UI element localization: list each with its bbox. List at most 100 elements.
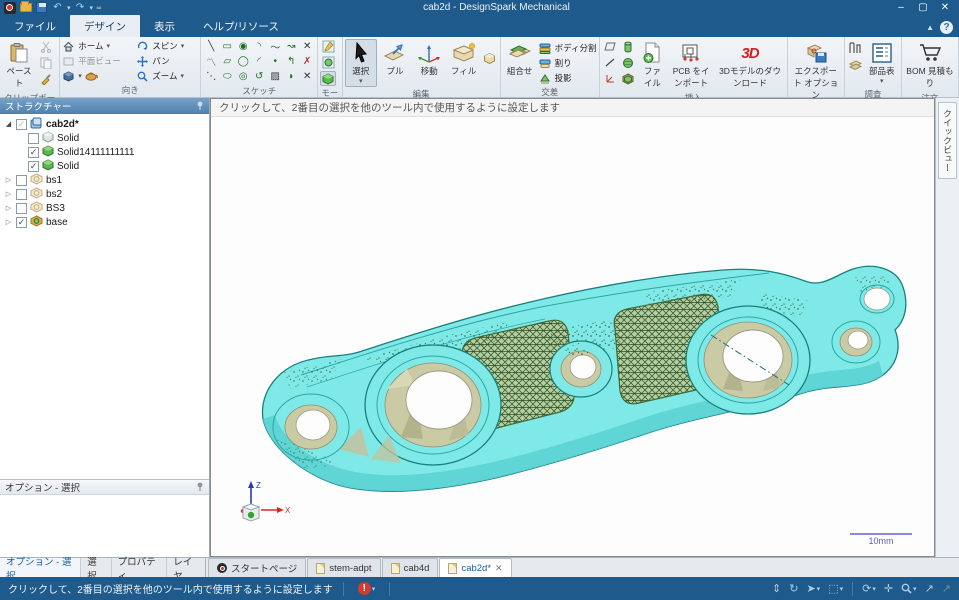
expander-icon[interactable]: ▷ — [4, 218, 13, 226]
open-file-icon[interactable] — [19, 2, 32, 14]
spin-button[interactable]: スピン▾ — [136, 39, 198, 53]
combine-button[interactable]: 組合せ — [503, 39, 537, 79]
pull-button[interactable]: プル — [379, 39, 411, 79]
view-mode-button[interactable]: ▾ — [62, 69, 134, 83]
tab-help-resources[interactable]: ヘルプ/リソース — [189, 15, 293, 37]
render-style-icon[interactable] — [85, 70, 98, 82]
sketch-delete-icon[interactable]: ✕ — [299, 69, 315, 84]
split-body-button[interactable]: ボディ分割 — [539, 41, 597, 55]
pan-button[interactable]: パン — [136, 54, 198, 68]
sketch-hatch-icon[interactable]: ▨ — [267, 69, 283, 84]
tab-display[interactable]: 表示 — [140, 15, 189, 37]
sketch-trim-icon[interactable]: ✕ — [299, 39, 315, 54]
undo-dropdown-icon[interactable]: ▾ — [67, 4, 71, 12]
help-icon[interactable]: ? — [940, 21, 953, 34]
tree-item-root[interactable]: ◢ ✓ cab2d* — [4, 117, 209, 131]
zoom-button[interactable]: ズーム▾ — [136, 69, 198, 83]
tree-item-solid14111111111[interactable]: ✓ Solid14111111111 — [4, 145, 209, 159]
bom-table-button[interactable]: 部品表 ▾ — [865, 39, 899, 87]
doc-tab-stem-adpt[interactable]: stem-adpt — [307, 558, 380, 577]
tree-item-solid1[interactable]: Solid — [4, 131, 209, 145]
tree-item-base[interactable]: ▷ ✓ base — [4, 215, 209, 229]
sketch-fillet-icon[interactable]: ↰ — [283, 54, 299, 69]
select-tool-icon[interactable]: ➤▾ — [806, 582, 820, 595]
sketch-arc-icon[interactable]: ◝ — [251, 39, 267, 54]
move-button[interactable]: 移動 — [413, 39, 445, 79]
checkbox[interactable] — [16, 175, 27, 186]
sketch-spline-icon[interactable]: 〜 — [267, 39, 283, 54]
sketch-point-icon[interactable]: • — [267, 54, 283, 69]
project-button[interactable]: 投影 — [539, 71, 597, 85]
insert-axis-icon[interactable] — [602, 55, 618, 70]
undo-icon[interactable]: ↶ — [51, 2, 64, 14]
paste-button[interactable]: ペースト — [2, 39, 36, 91]
close-tab-icon[interactable]: ✕ — [495, 563, 503, 574]
sketch-circle2-icon[interactable]: ◯ — [235, 54, 251, 69]
expander-icon[interactable]: ▷ — [4, 204, 13, 212]
close-button[interactable]: ✕ — [935, 1, 955, 14]
sketch-tangent-arc-icon[interactable]: ↝ — [283, 39, 299, 54]
redo-dropdown-icon[interactable]: ▾ — [90, 4, 94, 12]
expander-icon[interactable]: ▷ — [4, 190, 13, 198]
expander-icon[interactable]: ◢ — [4, 120, 13, 128]
sketch-sweep-arc-icon[interactable]: ↺ — [251, 69, 267, 84]
sketch-line-icon[interactable]: ╲ — [203, 39, 219, 54]
sketch-arc2-icon[interactable]: ◜ — [251, 54, 267, 69]
quick-view-tab[interactable]: クイックビュー — [938, 102, 957, 179]
insert-file-button[interactable]: ファイル — [638, 39, 667, 91]
minimize-button[interactable]: – — [891, 1, 911, 14]
measure-icon[interactable] — [847, 41, 863, 56]
panel-tab-select[interactable]: 選択 — [81, 558, 111, 577]
sketch-chamfer-icon[interactable]: ◗ — [283, 69, 299, 84]
updown-spinner-icon[interactable]: ⇕ — [772, 582, 781, 595]
format-painter-icon[interactable] — [38, 71, 54, 86]
insert-shell-icon[interactable] — [620, 71, 636, 86]
pin-icon[interactable] — [196, 101, 204, 112]
box-select-tool-icon[interactable]: ⬚▾ — [828, 582, 843, 595]
pan-tool-icon[interactable]: ✛ — [884, 582, 893, 595]
fill-button[interactable]: フィル — [447, 39, 479, 79]
panel-tab-properties[interactable]: プロパティ — [112, 558, 168, 577]
insert-cylinder-icon[interactable] — [620, 39, 636, 54]
app-icon[interactable] — [3, 2, 16, 14]
sketch-ring-icon[interactable]: ◎ — [235, 69, 251, 84]
ribbon-collapse-icon[interactable]: ▲ — [926, 23, 934, 32]
solid-mode-icon[interactable] — [320, 71, 336, 86]
bom-quote-button[interactable]: BOM 見積もり — [904, 39, 956, 91]
copy-icon[interactable] — [38, 55, 54, 70]
insert-sphere-icon[interactable] — [620, 55, 636, 70]
panel-tab-options-select[interactable]: オプション - 選択 — [0, 558, 81, 577]
sketch-rectangle-icon[interactable]: ▭ — [219, 39, 235, 54]
redo-icon[interactable]: ↷ — [74, 2, 87, 14]
maximize-button[interactable]: ▢ — [913, 1, 933, 14]
orbit-cursor-icon[interactable]: ↻ — [789, 582, 798, 595]
previous-view-icon[interactable]: ↗ — [942, 582, 951, 595]
expander-icon[interactable]: ▷ — [4, 176, 13, 184]
checkbox[interactable] — [16, 203, 27, 214]
tree-item-bs1[interactable]: ▷ bs1 — [4, 173, 209, 187]
sketch-polyline-icon[interactable]: 〽 — [203, 54, 219, 69]
split-button[interactable]: 割り — [539, 56, 597, 70]
sketch-split-icon[interactable]: ✗ — [299, 54, 315, 69]
sketch-construction-icon[interactable]: ⋱ — [203, 69, 219, 84]
pcb-import-button[interactable]: PCB をインポート — [669, 39, 713, 91]
checkbox[interactable]: ✓ — [28, 161, 39, 172]
sketch-polygon-icon[interactable]: ▱ — [219, 54, 235, 69]
checkbox[interactable]: ✓ — [16, 217, 27, 228]
doc-tab-cab2d[interactable]: cab2d* ✕ — [439, 558, 511, 577]
error-indicator[interactable]: !▾ — [358, 582, 376, 595]
select-button[interactable]: 選択 ▾ — [345, 39, 377, 87]
replace-icon[interactable] — [482, 51, 498, 66]
tree-item-bs2[interactable]: ▷ bs2 — [4, 187, 209, 201]
spin-tool-icon[interactable]: ⟳▾ — [862, 582, 876, 595]
download-3d-button[interactable]: 3D 3Dモデルのダウンロード — [715, 39, 785, 91]
cut-icon[interactable] — [38, 39, 54, 54]
pin-icon[interactable] — [196, 482, 204, 493]
checkbox[interactable] — [16, 189, 27, 200]
section-mode-icon[interactable] — [320, 55, 336, 70]
tab-design[interactable]: デザイン — [70, 15, 140, 37]
doc-tab-start-page[interactable]: スタートページ — [208, 558, 306, 577]
zoom-extents-icon[interactable]: ↗ — [925, 582, 934, 595]
insert-plane-icon[interactable] — [602, 39, 618, 54]
panel-tab-layers[interactable]: レイヤ — [167, 558, 205, 577]
